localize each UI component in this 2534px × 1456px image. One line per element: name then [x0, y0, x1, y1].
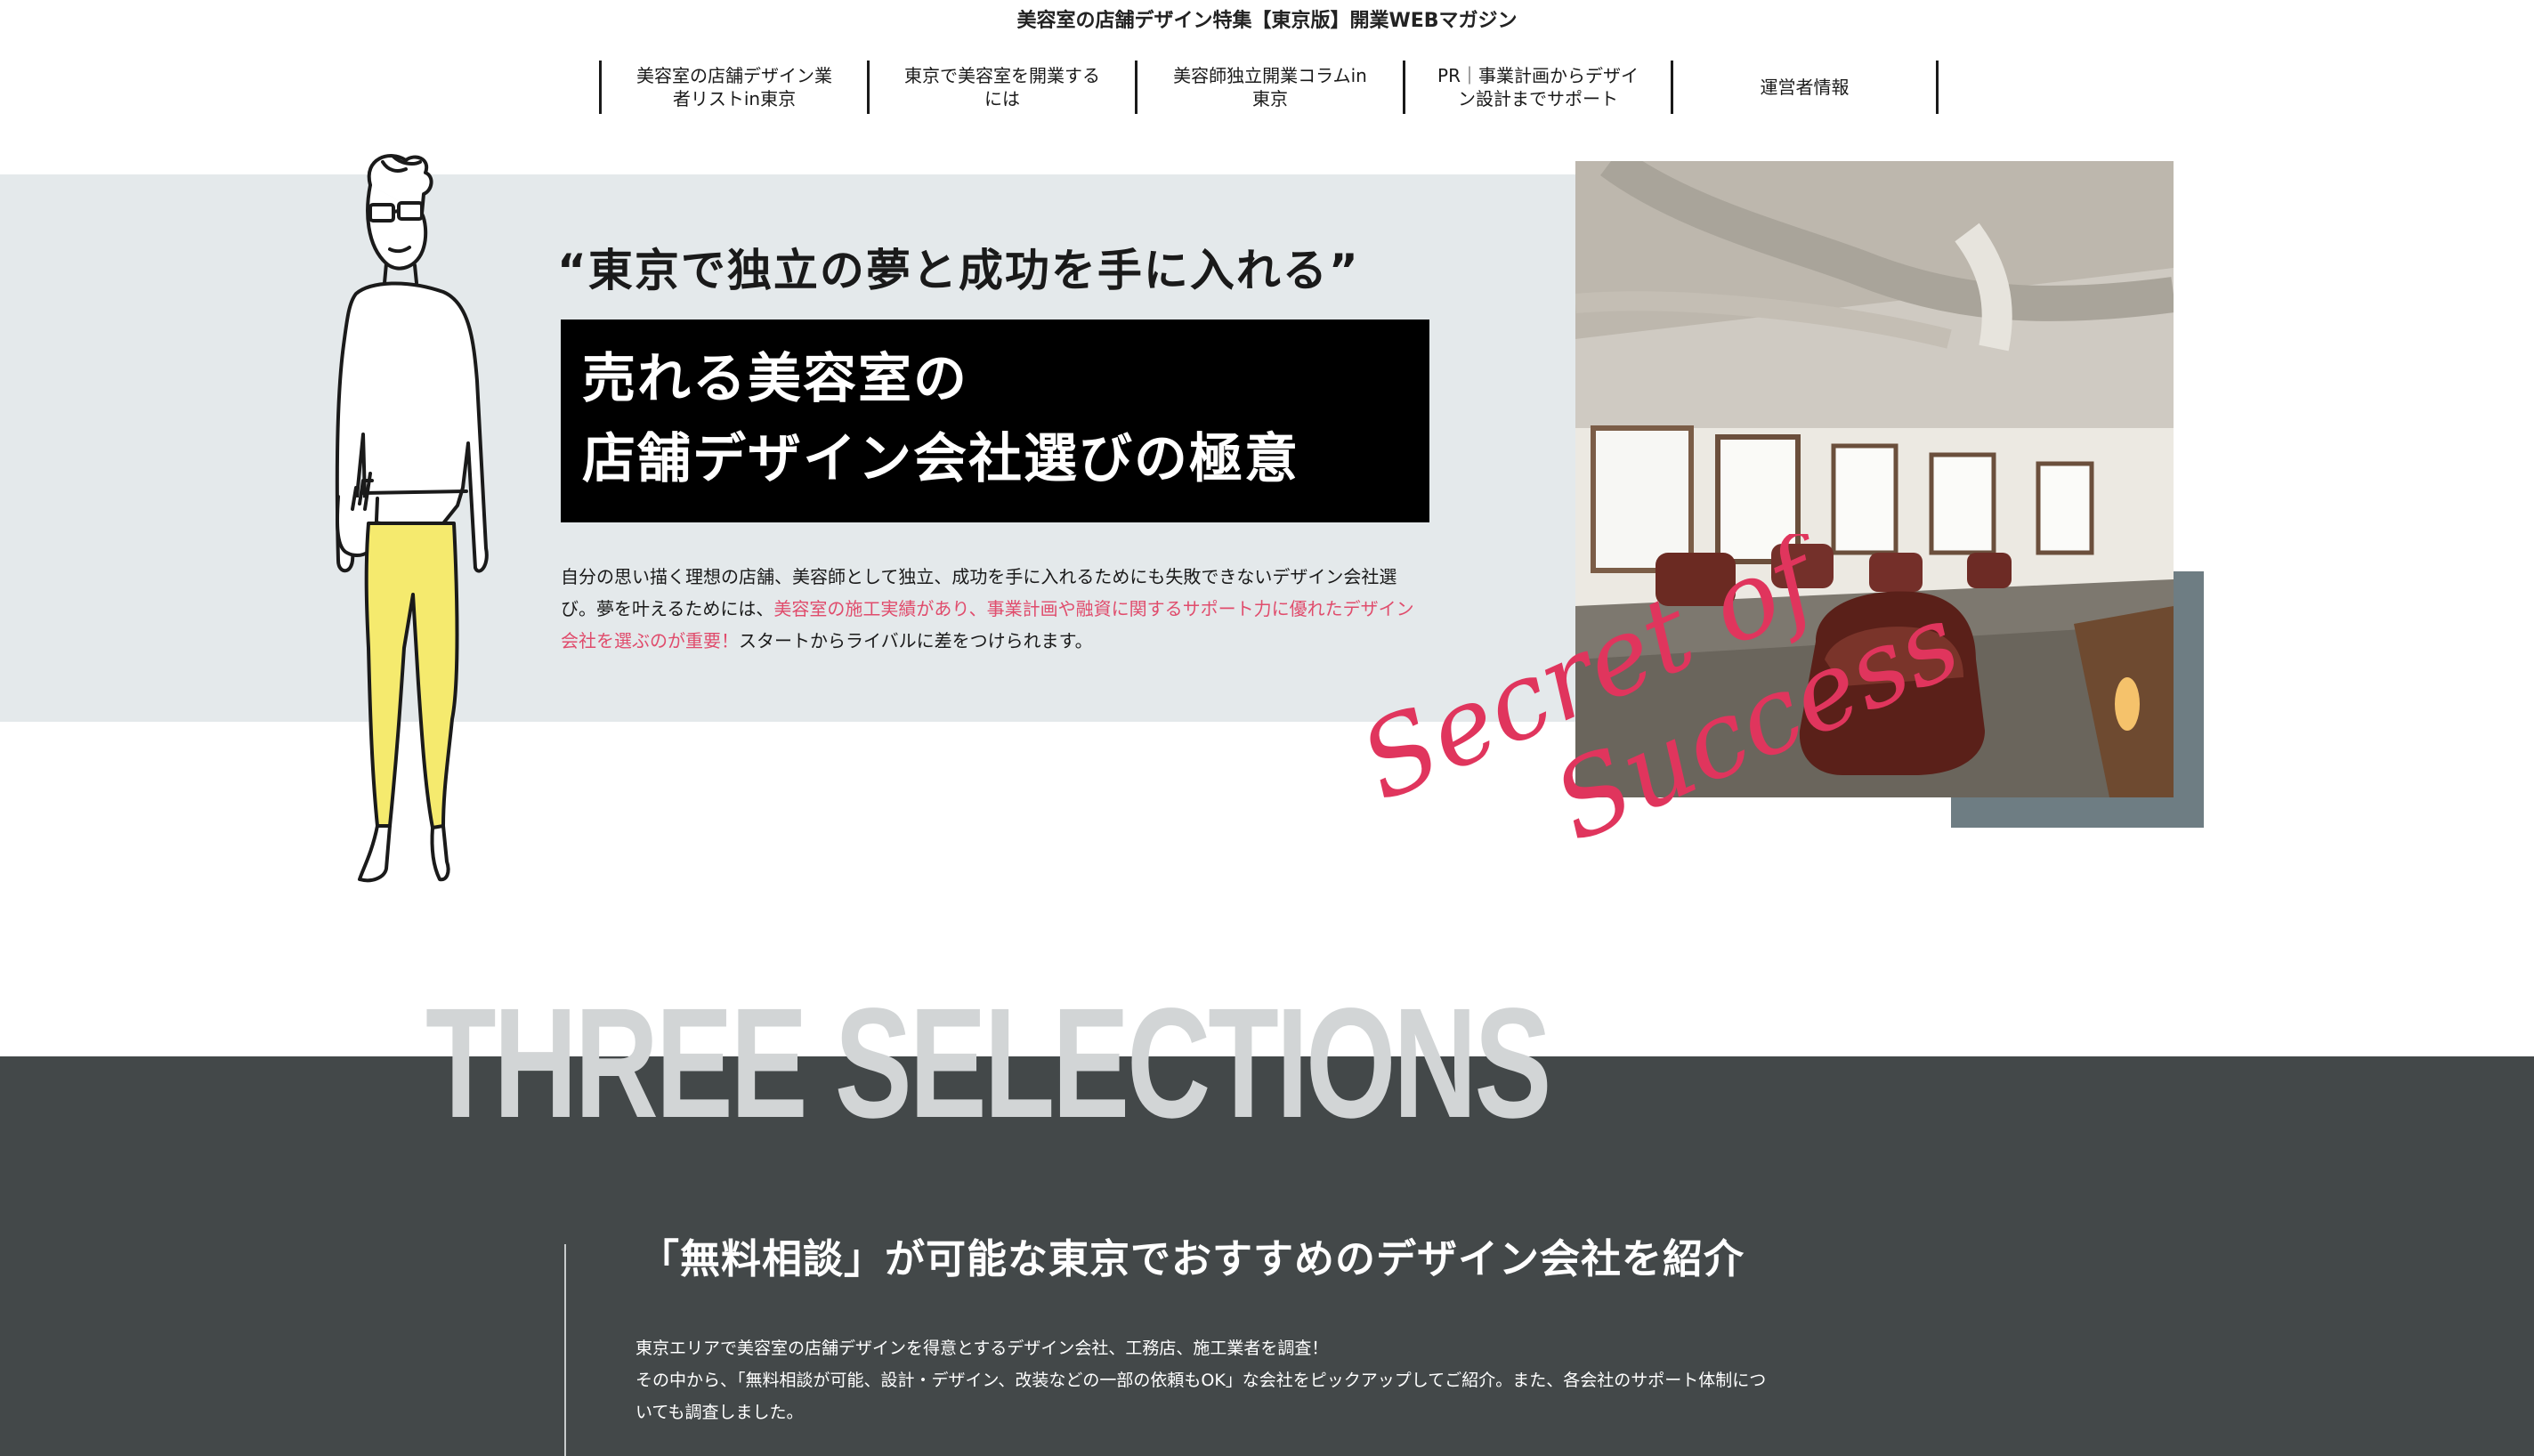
nav-item-open-salon[interactable]: 東京で美容室を開業する には: [867, 61, 1135, 114]
hero-title-line2: 店舗デザイン会社選びの極意: [582, 428, 1299, 490]
hero-lead-text-end: スタートからライバルに差をつけられます。: [739, 630, 1093, 651]
nav-label-line1: 運営者情報: [1760, 77, 1850, 98]
section-divider-line: [564, 1244, 566, 1456]
nav-label-line2: 東京: [1251, 88, 1288, 109]
nav-label-line1: 美容室の店舗デザイン業: [636, 65, 832, 86]
selections-body-line1: 東京エリアで美容室の店舗デザインを得意とするデザイン会社、工務店、施工業者を調査…: [636, 1339, 1329, 1358]
selections-body: 東京エリアで美容室の店舗デザインを得意とするデザイン会社、工務店、施工業者を調査…: [636, 1332, 1899, 1428]
nav-label-line1: PR｜事業計画からデザイ: [1437, 65, 1639, 86]
selections-title: 「無料相談」が可能な東京でおすすめのデザイン会社を紹介: [639, 1235, 1745, 1282]
nav-label-line2: 者リストin東京: [672, 88, 797, 109]
secret-of-success-script: Secret of Success: [1343, 534, 1967, 854]
hero-title-line1: 売れる美容室の: [582, 348, 968, 410]
nav-item-column[interactable]: 美容師独立開業コラムin 東京: [1135, 61, 1403, 114]
nav-item-design-company-list[interactable]: 美容室の店舗デザイン業 者リストin東京: [599, 61, 867, 114]
selections-body-line2: その中から、「無料相談が可能、設計・デザイン、改装などの一部の依頼もOK」な会社…: [636, 1371, 1767, 1390]
nav-label-line1: 東京で美容室を開業する: [904, 65, 1100, 86]
nav-label-line2: ン設計までサポート: [1458, 88, 1618, 109]
nav-item-operator[interactable]: 運営者情報: [1671, 61, 1939, 114]
nav-label-line2: には: [984, 88, 1020, 109]
nav-item-pr[interactable]: PR｜事業計画からデザイ ン設計までサポート: [1403, 61, 1671, 114]
nav-label-line1: 美容師独立開業コラムin: [1173, 65, 1367, 86]
selections-body-line3: いても調査しました。: [636, 1403, 804, 1422]
hairdresser-illustration: [335, 154, 489, 883]
hero-lead: 自分の思い描く理想の店舗、美容師として独立、成功を手に入れるためにも失敗できない…: [561, 561, 1429, 657]
selections-heading: THREE SELECTIONS: [425, 976, 1551, 1151]
hero-title-box: 売れる美容室の 店舗デザイン会社選びの極意: [561, 320, 1429, 522]
hero-catchcopy: “東京で独立の夢と成功を手に入れる”: [557, 245, 1360, 296]
page: 美容室の店舗デザイン特集【東京版】開業WEBマガジン 美容室の店舗デザイン業 者…: [0, 0, 2534, 1456]
site-title[interactable]: 美容室の店舗デザイン特集【東京版】開業WEBマガジン: [0, 9, 2534, 34]
global-nav: 美容室の店舗デザイン業 者リストin東京 東京で美容室を開業する には 美容師独…: [599, 61, 1939, 114]
